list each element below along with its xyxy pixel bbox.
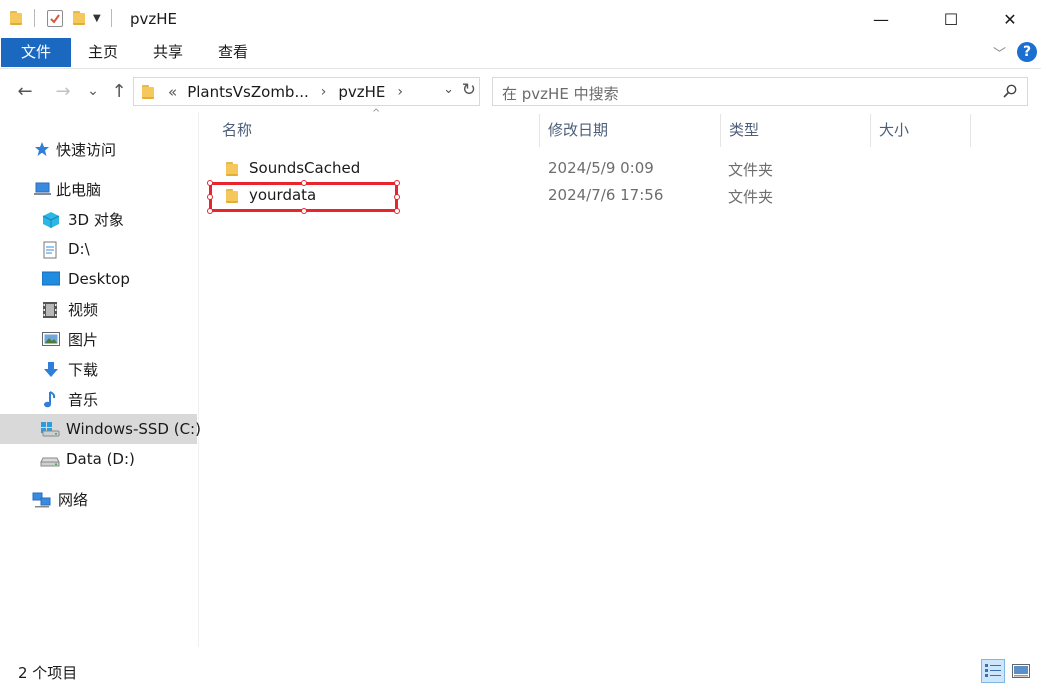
sidebar-item-label: D:\ — [68, 240, 90, 258]
star-icon — [34, 141, 50, 157]
resize-handle — [207, 208, 213, 214]
resize-handle — [394, 180, 400, 186]
toolbar-divider — [34, 9, 35, 27]
toolbar-divider — [110, 9, 112, 27]
expand-ribbon-icon[interactable]: ﹀ — [993, 43, 1006, 62]
sidebar-item-label: 图片 — [68, 330, 99, 349]
sidebar-item-d-root[interactable]: D:\ — [0, 234, 197, 264]
sidebar-item-pictures[interactable]: 图片 — [0, 324, 197, 354]
search-icon[interactable] — [1003, 84, 1017, 98]
tab-home[interactable]: 主页 — [80, 38, 126, 67]
video-icon — [42, 301, 60, 318]
large-icons-view-icon — [1012, 664, 1030, 678]
sidebar-item-downloads[interactable]: 下载 — [0, 354, 197, 384]
tab-view[interactable]: 查看 — [210, 38, 256, 67]
status-item-count: 2 个项目 — [18, 664, 78, 682]
back-arrow-icon[interactable]: ← — [13, 78, 37, 104]
document-icon — [42, 241, 60, 259]
search-box[interactable]: 在 pvzHE 中搜索 — [492, 77, 1028, 106]
sidebar-item-label: 下载 — [68, 360, 99, 379]
sidebar-item-label: Desktop — [68, 270, 130, 288]
resize-handle — [207, 194, 213, 200]
maximize-button[interactable]: ☐ — [928, 0, 974, 38]
sidebar-item-label: Data (D:) — [66, 450, 135, 468]
sidebar-item-this-pc[interactable]: 此电脑 — [0, 174, 197, 204]
recent-locations-chevron-icon[interactable]: ⌄ — [85, 78, 101, 104]
sidebar-item-label: 音乐 — [68, 390, 99, 409]
drive-icon — [40, 451, 60, 467]
resize-handle — [301, 208, 307, 214]
sidebar-item-music[interactable]: 音乐 — [0, 384, 197, 414]
address-bar[interactable]: « PlantsVsZomb... › pvzHE › ⌄ ↻ — [133, 77, 480, 106]
quick-access-toolbar: ▼ — [10, 9, 112, 27]
cube-icon — [42, 211, 60, 228]
file-date-modified: 2024/5/9 0:09 — [548, 159, 654, 177]
resize-handle — [394, 194, 400, 200]
column-header-type[interactable]: 类型 — [721, 114, 871, 147]
sidebar-item-network[interactable]: 网络 — [0, 484, 197, 514]
desktop-icon — [41, 271, 61, 287]
computer-icon — [34, 181, 51, 197]
sidebar-item-videos[interactable]: 视频 — [0, 294, 197, 324]
tab-file[interactable]: 文件 — [1, 38, 71, 67]
sidebar-item-desktop[interactable]: Desktop — [0, 264, 197, 294]
file-row[interactable]: SoundsCached 2024/5/9 0:09 文件夹 — [214, 155, 974, 182]
sidebar-item-label: 视频 — [68, 300, 99, 319]
resize-handle — [207, 180, 213, 186]
annotation-highlight-box — [207, 180, 400, 214]
details-view-button[interactable] — [981, 659, 1005, 683]
customize-toolbar-icon[interactable]: ▼ — [93, 13, 101, 24]
sidebar-item-label: Windows-SSD (C:) — [66, 420, 201, 438]
sidebar-item-label: 此电脑 — [56, 180, 102, 199]
help-icon[interactable]: ? — [1017, 42, 1037, 62]
breadcrumb-separator[interactable]: › — [321, 84, 327, 100]
breadcrumb-separator[interactable]: › — [397, 84, 403, 100]
column-header-name[interactable]: 名称 — [214, 114, 540, 147]
ribbon-tabs: 文件 主页 共享 查看 ﹀ ? — [0, 38, 1041, 69]
navigation-pane: 快速访问 此电脑 3D 对象 D:\ Desktop 视频 图片 下载 音乐 W… — [0, 112, 201, 647]
properties-icon[interactable] — [47, 9, 63, 27]
search-placeholder: 在 pvzHE 中搜索 — [502, 85, 619, 103]
sidebar-item-quick-access[interactable]: 快速访问 — [0, 134, 197, 164]
breadcrumb-pvzhe[interactable]: pvzHE — [338, 83, 385, 101]
column-header-size[interactable]: 大小 — [871, 114, 971, 147]
sidebar-item-label: 网络 — [58, 490, 89, 509]
minimize-button[interactable]: — — [858, 0, 904, 38]
up-arrow-icon[interactable]: ↑ — [107, 78, 131, 104]
close-button[interactable]: ✕ — [987, 0, 1033, 38]
sidebar-item-3d-objects[interactable]: 3D 对象 — [0, 204, 197, 234]
forward-arrow-icon[interactable]: → — [51, 78, 75, 104]
breadcrumb-overflow[interactable]: « — [168, 83, 177, 101]
window-title: pvzHE — [130, 10, 178, 28]
title-bar: ▼ pvzHE — ☐ ✕ — [0, 0, 1041, 38]
sidebar-item-label: 快速访问 — [56, 140, 117, 159]
refresh-icon[interactable]: ↻ — [462, 80, 476, 100]
network-icon — [32, 491, 51, 508]
file-name: SoundsCached — [249, 159, 361, 177]
details-view-icon — [985, 664, 1001, 677]
sidebar-item-data-drive[interactable]: Data (D:) — [0, 444, 197, 474]
navigation-bar: ← → ⌄ ↑ « PlantsVsZomb... › pvzHE › ⌄ ↻ … — [0, 70, 1041, 112]
windows-drive-icon — [40, 421, 60, 437]
folder-icon — [10, 11, 22, 25]
folder-icon — [226, 162, 238, 176]
breadcrumb-plantsvszombies[interactable]: PlantsVsZomb... — [187, 83, 309, 101]
resize-handle — [394, 208, 400, 214]
file-type: 文件夹 — [728, 161, 774, 179]
download-icon — [42, 361, 60, 377]
tab-share[interactable]: 共享 — [145, 38, 191, 67]
file-date-modified: 2024/7/6 17:56 — [548, 186, 664, 204]
resize-handle — [301, 180, 307, 186]
file-type: 文件夹 — [728, 188, 774, 206]
large-icons-view-button[interactable] — [1009, 659, 1033, 683]
picture-icon — [42, 331, 60, 347]
music-icon — [42, 391, 60, 408]
column-header-date-modified[interactable]: 修改日期 — [540, 114, 721, 147]
sidebar-item-windows-ssd[interactable]: Windows-SSD (C:) — [0, 414, 201, 444]
sidebar-item-label: 3D 对象 — [68, 210, 124, 229]
new-folder-icon[interactable] — [73, 11, 85, 25]
address-dropdown-icon[interactable]: ⌄ — [443, 82, 454, 97]
folder-icon — [142, 84, 154, 99]
